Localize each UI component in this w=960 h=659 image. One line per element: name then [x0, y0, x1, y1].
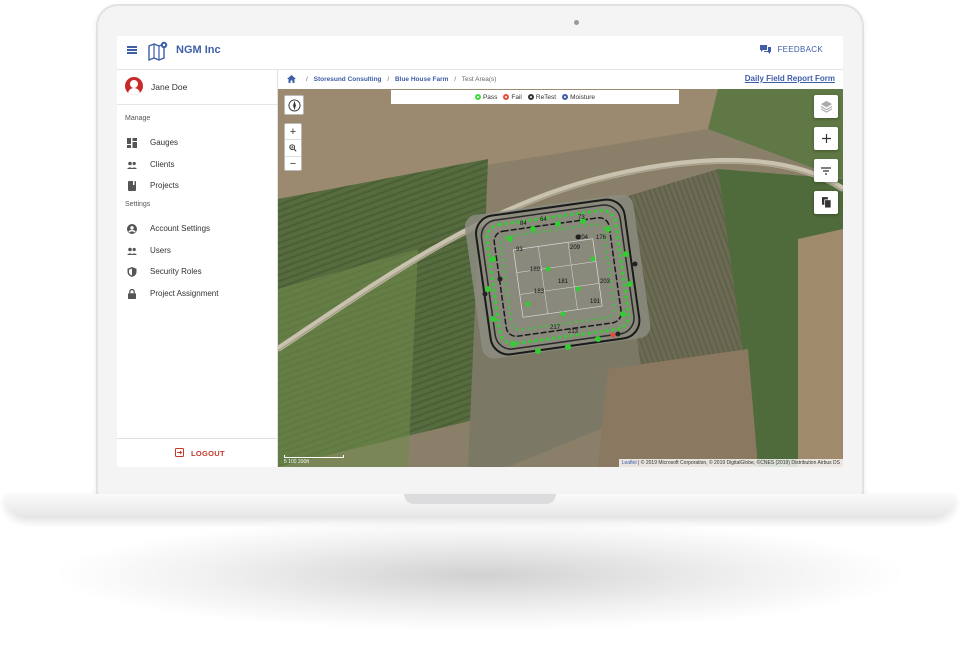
daily-field-report-link[interactable]: Daily Field Report Form — [745, 74, 835, 83]
point-label: 176 — [596, 235, 607, 241]
sidebar-item-gauges[interactable]: Gauges — [117, 132, 277, 154]
people-icon — [127, 247, 137, 255]
breadcrumb-current: Test Area(s) — [461, 76, 497, 83]
book-icon — [128, 181, 136, 192]
map-attribution: Leaflet | © 2019 Microsoft Corporation, … — [618, 459, 843, 467]
point-label: 189 — [530, 267, 541, 273]
sidebar-item-users[interactable]: Users — [117, 240, 277, 262]
retest-dot-icon — [527, 94, 534, 100]
point-label: 213 — [568, 329, 579, 335]
user-profile[interactable]: Jane Doe — [117, 70, 277, 105]
company-name: NGM Inc — [176, 44, 221, 56]
sidebar-item-label: Gauges — [150, 138, 179, 147]
leaflet-link[interactable]: Leaflet — [622, 460, 637, 466]
compass-button[interactable] — [284, 95, 304, 115]
top-app-bar: NGM Inc FEEDBACK — [117, 36, 843, 70]
section-label-manage: Manage — [125, 115, 151, 122]
app-screen: NGM Inc FEEDBACK Jane Doe Manage Gauges … — [117, 36, 843, 467]
layers-icon — [820, 100, 832, 113]
scale-label: 5 100 200ft — [284, 459, 310, 465]
home-icon[interactable] — [287, 75, 296, 83]
laptop-notch — [404, 494, 556, 504]
feedback-label: FEEDBACK — [777, 45, 823, 54]
point-label: 64 — [540, 217, 547, 223]
logout-label: LOGOUT — [191, 449, 225, 458]
plus-icon — [821, 134, 831, 143]
zoom-controls: + − — [284, 123, 302, 171]
legend-item-moisture[interactable]: Moisture — [562, 94, 595, 101]
point-label: 93 — [516, 247, 523, 253]
map-logo-icon — [148, 41, 168, 62]
status-legend: Pass Fail ReTest Moisture — [391, 90, 679, 104]
logout-icon — [175, 448, 184, 457]
section-label-settings: Settings — [125, 201, 151, 209]
point-label: 209 — [570, 245, 581, 251]
sidebar-item-project-assignment[interactable]: Project Assignment — [117, 283, 277, 305]
dashboard-icon — [127, 138, 137, 148]
user-name: Jane Doe — [151, 82, 188, 92]
copy-icon — [821, 197, 831, 208]
legend-item-pass[interactable]: Pass — [474, 94, 497, 101]
pass-dot-icon — [474, 94, 481, 100]
zoom-box-button[interactable] — [285, 140, 301, 157]
avatar — [125, 77, 143, 95]
point-label: 181 — [558, 279, 569, 285]
point-label: 203 — [600, 279, 611, 285]
point-label: 84 — [520, 221, 527, 227]
breadcrumb-link-project[interactable]: Blue House Farm — [395, 76, 448, 83]
sidebar-item-label: Projects — [150, 181, 179, 191]
sidebar-item-clients[interactable]: Clients — [117, 154, 277, 176]
sidebar-item-label: Account Settings — [150, 224, 211, 234]
breadcrumb-trail: / Storesund Consulting / Blue House Farm… — [306, 76, 497, 83]
breadcrumb: / Storesund Consulting / Blue House Farm… — [278, 70, 843, 89]
point-label: 204 — [578, 235, 589, 241]
logout-button[interactable]: LOGOUT — [117, 438, 277, 467]
sidebar-item-security-roles[interactable]: Security Roles — [117, 261, 277, 283]
feedback-button[interactable]: FEEDBACK — [759, 44, 823, 55]
zoom-out-button[interactable]: − — [285, 157, 301, 172]
compass-icon — [287, 98, 301, 112]
moisture-dot-icon — [562, 94, 569, 100]
hamburger-menu-icon[interactable] — [127, 46, 137, 54]
zoom-in-button[interactable]: + — [285, 124, 301, 141]
camera-dot — [574, 20, 579, 25]
filter-icon — [821, 166, 831, 175]
sidebar: Jane Doe Manage Gauges Clients Projects … — [117, 70, 278, 467]
add-button[interactable] — [814, 127, 838, 150]
map-view[interactable]: 84 64 73 93 176 209 204 189 183 181 217 … — [278, 89, 843, 467]
breadcrumb-link-client[interactable]: Storesund Consulting — [314, 76, 382, 83]
legend-item-fail[interactable]: Fail — [503, 94, 522, 101]
sidebar-item-label: Security Roles — [150, 267, 202, 277]
attribution-text: | © 2019 Microsoft Corporation, © 2019 D… — [638, 460, 840, 466]
zoom-search-icon — [289, 144, 297, 152]
map-scale: 5 100 200ft — [284, 455, 344, 465]
account-icon — [127, 224, 137, 235]
scale-bar — [284, 455, 344, 458]
map-point-labels: 84 64 73 93 176 209 204 189 183 181 217 … — [278, 89, 843, 467]
layers-button[interactable] — [814, 95, 838, 118]
sidebar-item-label: Clients — [150, 159, 175, 169]
filter-button[interactable] — [814, 159, 838, 182]
laptop-shadow — [60, 520, 900, 630]
chat-icon — [760, 45, 772, 54]
sidebar-item-label: Users — [150, 245, 171, 255]
fail-dot-icon — [503, 94, 510, 100]
sidebar-item-label: Project Assignment — [150, 289, 219, 299]
people-icon — [127, 161, 137, 169]
point-label: 217 — [550, 325, 561, 331]
sidebar-item-account-settings[interactable]: Account Settings — [117, 218, 277, 240]
shield-icon — [127, 267, 137, 278]
point-label: 183 — [534, 289, 545, 295]
copy-button[interactable] — [814, 191, 838, 214]
legend-item-retest[interactable]: ReTest — [527, 94, 556, 101]
sidebar-item-projects[interactable]: Projects — [117, 175, 277, 197]
point-label: 191 — [590, 299, 601, 305]
point-label: 73 — [578, 215, 585, 221]
lock-icon — [128, 289, 136, 300]
